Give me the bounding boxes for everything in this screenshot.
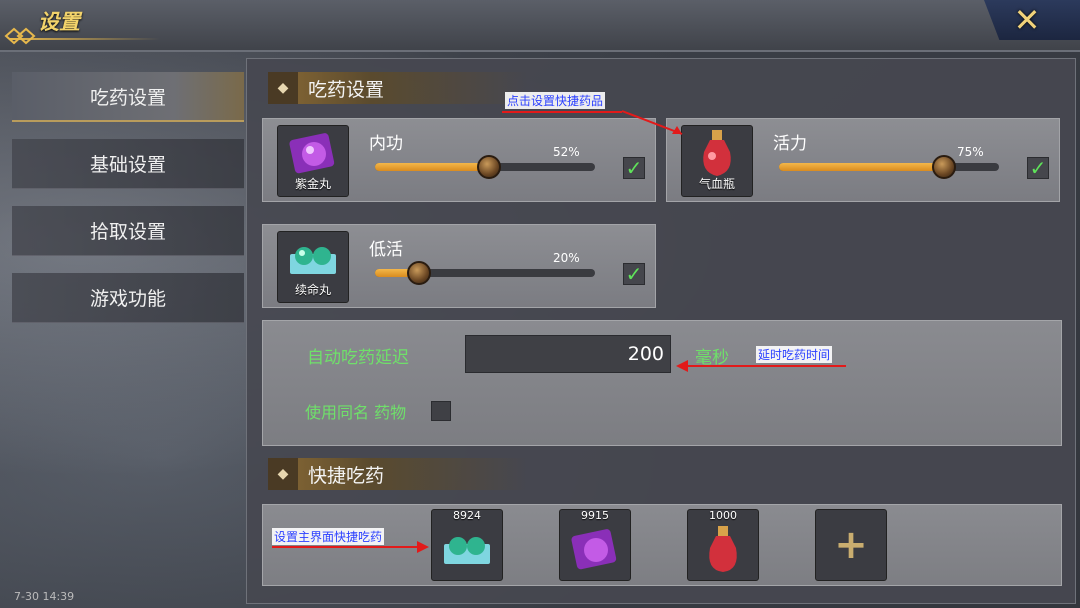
section-title: 快捷吃药 — [308, 464, 385, 487]
delay-panel: 自动吃药延迟 200 毫秒 使用同名 药物 — [262, 320, 1062, 446]
plus-icon: + — [834, 522, 868, 568]
threshold-slider[interactable] — [779, 155, 999, 179]
nav-item-label: 拾取设置 — [89, 221, 166, 243]
status-time: 7-30 14:39 — [14, 590, 75, 603]
red-potion-icon — [703, 130, 731, 176]
annotation-arrow-icon — [417, 541, 429, 553]
threshold-slider[interactable] — [375, 261, 595, 285]
diamond-icon: ◆ — [268, 458, 298, 490]
item-name: 续命丸 — [294, 283, 331, 297]
annotation-line — [684, 365, 846, 367]
stat-label: 内功 — [369, 134, 403, 154]
slider-fill — [779, 163, 944, 171]
delay-input[interactable]: 200 — [465, 335, 671, 373]
medicine-card: 续命丸 低活 20% ✓ — [262, 224, 656, 308]
enable-checkbox[interactable]: ✓ — [1027, 157, 1049, 179]
slider-percent: 52% — [553, 145, 580, 159]
item-slot[interactable]: 气血瓶 — [681, 125, 753, 197]
slider-knob[interactable] — [932, 155, 956, 179]
enable-checkbox[interactable]: ✓ — [623, 263, 645, 285]
section-header-quick: ◆ 快捷吃药 — [268, 458, 528, 490]
slider-percent: 75% — [957, 145, 984, 159]
section-title: 吃药设置 — [308, 78, 385, 101]
settings-nav: 吃药设置 基础设置 拾取设置 游戏功能 — [12, 72, 244, 340]
stat-label: 低活 — [369, 240, 403, 260]
item-slot[interactable]: 续命丸 — [277, 231, 349, 303]
annotation-line — [272, 546, 422, 548]
medicine-card: 气血瓶 活力 75% ✓ — [666, 118, 1060, 202]
diamond-icon: ◆ — [268, 72, 298, 104]
enable-checkbox[interactable]: ✓ — [623, 157, 645, 179]
medicine-card: 紫金丸 内功 52% ✓ — [262, 118, 656, 202]
nav-item-game-features[interactable]: 游戏功能 — [12, 273, 244, 323]
window-title: 设置 — [38, 10, 80, 34]
same-name-label: 使用同名 药物 — [305, 403, 407, 422]
stat-label: 活力 — [773, 134, 807, 154]
threshold-slider[interactable] — [375, 155, 595, 179]
annotation-arrow-icon — [621, 110, 683, 135]
quick-slot[interactable]: 1000 — [687, 509, 759, 581]
nav-item-pickup[interactable]: 拾取设置 — [12, 206, 244, 256]
item-count: 9915 — [581, 509, 609, 522]
item-slot[interactable]: 紫金丸 — [277, 125, 349, 197]
title-emblem-icon — [4, 27, 36, 45]
purple-pill-icon — [289, 133, 335, 174]
quick-slot[interactable]: 8924 — [431, 509, 503, 581]
same-name-checkbox[interactable] — [431, 401, 451, 421]
quick-bar: 8924 9915 1000 + — [262, 504, 1062, 586]
section-header-medicine: ◆ 吃药设置 — [268, 72, 528, 104]
close-button[interactable]: ✕ — [1010, 1, 1044, 39]
add-quick-slot-button[interactable]: + — [815, 509, 887, 581]
jade-pill-icon — [290, 247, 336, 274]
annotation-note: 延时吃药时间 — [756, 346, 833, 363]
item-count: 1000 — [709, 509, 737, 522]
nav-item-label: 吃药设置 — [89, 86, 166, 109]
quick-slot[interactable]: 9915 — [559, 509, 631, 581]
slider-fill — [375, 163, 490, 171]
item-name: 气血瓶 — [698, 177, 735, 191]
annotation-line — [502, 111, 622, 113]
item-count: 8924 — [453, 509, 481, 522]
nav-item-basic[interactable]: 基础设置 — [12, 139, 244, 189]
title-bar: 设置 ✕ — [0, 0, 1080, 52]
slider-knob[interactable] — [407, 261, 431, 285]
nav-item-label: 基础设置 — [89, 154, 166, 176]
annotation-note: 点击设置快捷药品 — [505, 92, 606, 109]
title-underline — [10, 38, 160, 40]
annotation-note: 设置主界面快捷吃药 — [272, 528, 385, 545]
slider-knob[interactable] — [477, 155, 502, 179]
nav-item-medicine[interactable]: 吃药设置 — [12, 72, 244, 122]
delay-label: 自动吃药延迟 — [307, 348, 409, 368]
annotation-arrow-icon — [676, 360, 688, 372]
item-name: 紫金丸 — [294, 177, 331, 191]
nav-item-label: 游戏功能 — [89, 288, 166, 310]
slider-percent: 20% — [553, 251, 580, 265]
